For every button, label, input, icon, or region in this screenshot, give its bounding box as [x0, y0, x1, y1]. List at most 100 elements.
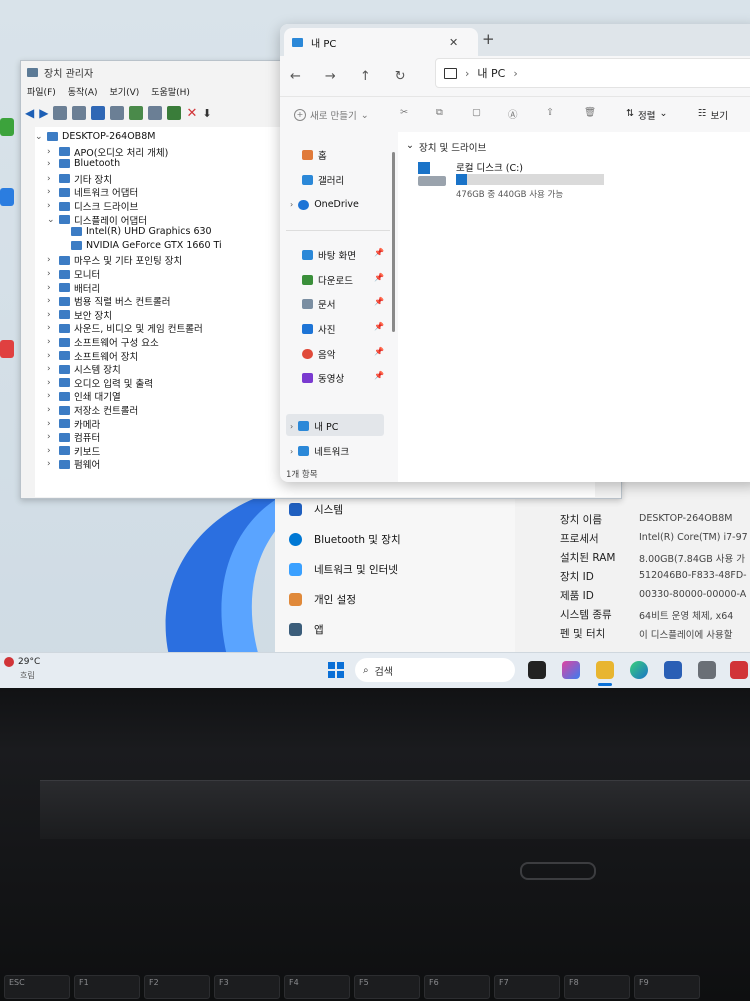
tree-device[interactable]: Intel(R) UHD Graphics 630	[71, 226, 212, 237]
chevron-right-icon[interactable]: ›	[47, 147, 55, 157]
tree-category[interactable]: › 카메라	[47, 417, 100, 431]
tree-category[interactable]: › 오디오 입력 및 출력	[47, 376, 153, 390]
desktop-app-icon[interactable]	[0, 118, 14, 136]
key-f5[interactable]: F5	[354, 975, 420, 999]
back-arrow-icon[interactable]: ◀	[25, 106, 34, 120]
pin-icon[interactable]: 📌	[374, 347, 384, 356]
refresh-icon[interactable]: ↻	[395, 69, 406, 84]
key-f3[interactable]: F3	[214, 975, 280, 999]
new-button[interactable]: + 새로 만들기 ⌄	[294, 108, 369, 122]
settings-nav-personalization[interactable]: 개인 설정	[289, 592, 356, 607]
chevron-right-icon[interactable]: ›	[47, 187, 55, 197]
chevron-right-icon[interactable]: ›	[47, 364, 55, 374]
down-arrow-icon[interactable]: ⬇	[202, 107, 211, 120]
chevron-right-icon[interactable]: ›	[47, 337, 55, 347]
uninstall-x-icon[interactable]: ✕	[186, 106, 197, 121]
back-icon[interactable]: ←	[290, 69, 301, 84]
scrollbar[interactable]	[392, 152, 395, 332]
chevron-right-icon[interactable]: ›	[47, 201, 55, 211]
chevron-right-icon[interactable]: ›	[47, 296, 55, 306]
tree-category[interactable]: › 저장소 컨트롤러	[47, 403, 138, 417]
properties-icon[interactable]	[53, 106, 68, 120]
tree-category[interactable]: › 범용 직렬 버스 컨트롤러	[47, 294, 170, 308]
nav-music[interactable]: 음악	[302, 347, 335, 361]
start-windows-icon[interactable]	[328, 662, 344, 678]
settings-nav-system[interactable]: 시스템	[289, 502, 343, 517]
tree-category[interactable]: › 키보드	[47, 444, 100, 458]
tree-category[interactable]: › 인쇄 대기열	[47, 389, 121, 403]
new-tab-plus-icon[interactable]: +	[482, 30, 495, 48]
chevron-right-icon[interactable]: ›	[47, 378, 55, 388]
tree-category[interactable]: › 마우스 및 기타 포인팅 장치	[47, 253, 182, 267]
tree-category[interactable]: › 네트워크 어댑터	[47, 185, 138, 199]
sort-button[interactable]: ⇅ 정렬 ⌄	[626, 108, 667, 122]
nav-home[interactable]: 홈	[302, 148, 327, 162]
delete-icon[interactable]: 🗑	[584, 107, 596, 118]
enable-device-icon[interactable]	[167, 106, 182, 120]
tree-root[interactable]: ⌄ DESKTOP-264OB8M	[35, 131, 155, 142]
nav-downloads[interactable]: 다운로드	[302, 273, 353, 287]
view-button[interactable]: ☷ 보기	[698, 108, 728, 122]
rename-icon[interactable]: Ⓐ	[508, 107, 518, 121]
tree-category[interactable]: › 사운드, 비디오 및 게임 컨트롤러	[47, 321, 203, 335]
chevron-right-icon[interactable]: ›	[47, 405, 55, 415]
pin-icon[interactable]: 📌	[374, 322, 384, 331]
tab-this-pc[interactable]: 내 PC ✕	[284, 28, 478, 56]
chevron-right-icon[interactable]: ›	[47, 310, 55, 320]
list-view-icon[interactable]	[72, 106, 87, 120]
edge-icon[interactable]	[630, 661, 648, 679]
file-explorer-taskbar-icon[interactable]	[596, 661, 614, 679]
key-f7[interactable]: F7	[494, 975, 560, 999]
pin-icon[interactable]: 📌	[374, 297, 384, 306]
settings-nav-network[interactable]: 네트워크 및 인터넷	[289, 562, 398, 577]
tree-category[interactable]: › 컴퓨터	[47, 430, 100, 444]
menu-view[interactable]: 보기(V)	[110, 85, 140, 101]
chevron-right-icon[interactable]: ›	[47, 432, 55, 442]
nav-documents[interactable]: 문서	[302, 297, 335, 311]
task-view-icon[interactable]	[528, 661, 546, 679]
key-esc[interactable]: ESC	[4, 975, 70, 999]
chevron-right-icon[interactable]: ›	[47, 159, 55, 169]
pin-icon[interactable]: 📌	[374, 273, 384, 282]
key-f1[interactable]: F1	[74, 975, 140, 999]
section-header[interactable]: ⌄ 장치 및 드라이브	[406, 140, 486, 154]
tree-category[interactable]: › 기타 장치	[47, 172, 112, 186]
tree-category[interactable]: › 보안 장치	[47, 308, 112, 322]
pin-icon[interactable]: 📌	[374, 371, 384, 380]
chevron-right-icon[interactable]: ›	[47, 419, 55, 429]
tree-category[interactable]: › 시스템 장치	[47, 362, 121, 376]
settings-nav-apps[interactable]: 앱	[289, 622, 324, 637]
help-icon[interactable]	[91, 106, 106, 120]
menu-action[interactable]: 동작(A)	[68, 85, 98, 101]
cut-icon[interactable]: ✂	[400, 107, 408, 118]
device-manager-taskbar-icon[interactable]	[698, 661, 716, 679]
tree-category[interactable]: › 펌웨어	[47, 457, 100, 471]
nav-gallery[interactable]: 갤러리	[302, 173, 344, 187]
pin-icon[interactable]: 📌	[374, 248, 384, 257]
chevron-right-icon[interactable]: ›	[47, 255, 55, 265]
tree-device[interactable]: NVIDIA GeForce GTX 1660 Ti	[71, 240, 222, 251]
nav-network[interactable]: › 네트워크	[290, 444, 349, 458]
tab-close-icon[interactable]: ✕	[449, 36, 458, 49]
taskbar-search[interactable]: ⌕ 검색	[355, 658, 515, 682]
update-driver-icon[interactable]	[129, 106, 144, 120]
store-icon[interactable]	[664, 661, 682, 679]
address-bar[interactable]: › 내 PC ›	[435, 58, 750, 88]
tree-category[interactable]: › APO(오디오 처리 개체)	[47, 145, 168, 159]
key-f8[interactable]: F8	[564, 975, 630, 999]
chevron-right-icon[interactable]: ›	[47, 459, 55, 469]
copilot-icon[interactable]	[562, 661, 580, 679]
chevron-right-icon[interactable]: ›	[47, 323, 55, 333]
tree-category[interactable]: › 소프트웨어 장치	[47, 349, 138, 363]
tree-category[interactable]: › Bluetooth	[47, 158, 120, 169]
paste-icon[interactable]: ▢	[472, 107, 481, 118]
drive-c-item[interactable]: 로컬 디스크 (C:) 476GB 중 440GB 사용 가능	[418, 160, 618, 202]
tree-category[interactable]: › 디스크 드라이브	[47, 199, 138, 213]
share-icon[interactable]: ⇪	[546, 107, 554, 118]
up-icon[interactable]: ↑	[360, 69, 371, 84]
nav-videos[interactable]: 동영상	[302, 371, 344, 385]
nav-onedrive[interactable]: › OneDrive	[290, 199, 359, 210]
tree-category[interactable]: ⌄ 디스플레이 어댑터	[47, 213, 147, 227]
chevron-right-icon[interactable]: ›	[47, 446, 55, 456]
copy-icon[interactable]: ⧉	[436, 107, 443, 118]
